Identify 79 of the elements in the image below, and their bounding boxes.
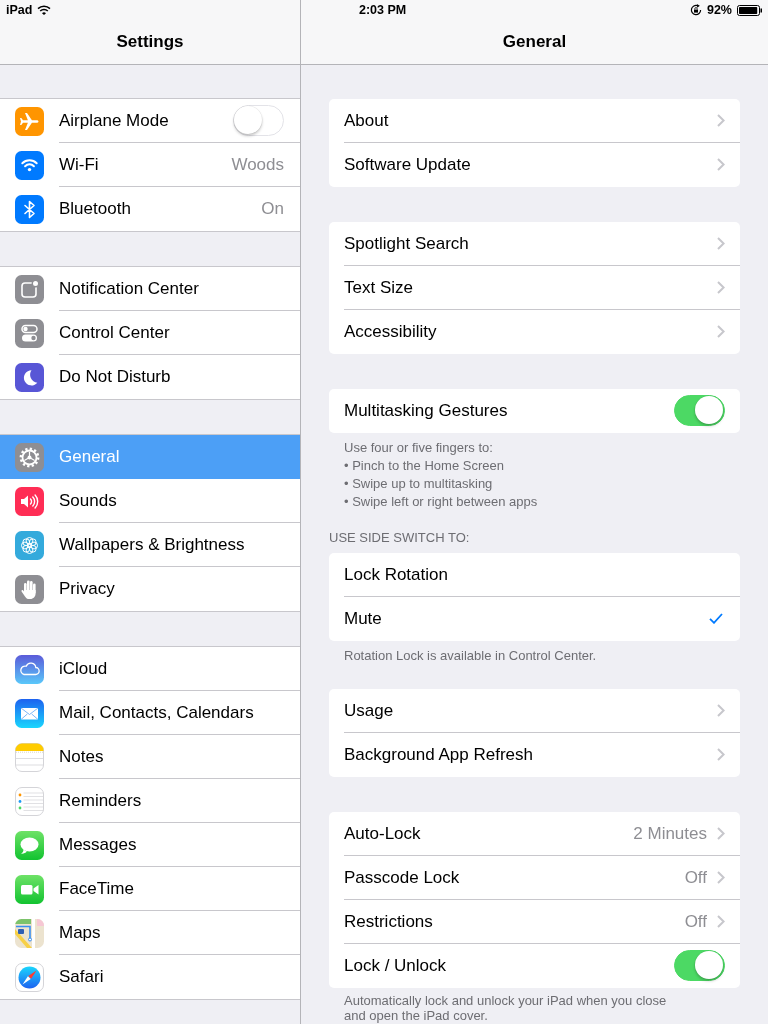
- envelope-icon: [15, 698, 44, 728]
- sidebar-item[interactable]: FaceTime: [0, 867, 300, 911]
- nav-title: General: [502, 32, 567, 52]
- sidebar-item[interactable]: Messages: [0, 823, 300, 867]
- chevron-icon: [717, 158, 725, 171]
- settings-row[interactable]: Usage: [329, 689, 740, 733]
- sidebar-item[interactable]: Airplane Mode: [0, 99, 300, 143]
- sidebar-item[interactable]: Reminders: [0, 779, 300, 823]
- sidebar-item[interactable]: iCloud: [0, 647, 300, 691]
- settings-row[interactable]: Lock Rotation: [329, 553, 740, 597]
- settings-row[interactable]: Restrictions Off: [329, 900, 740, 944]
- map-icon: [15, 918, 44, 948]
- settings-row[interactable]: Background App Refresh: [329, 733, 740, 777]
- notepad-icon: [15, 742, 44, 772]
- sidebar-item[interactable]: Mail, Contacts, Calendars: [0, 691, 300, 735]
- bluetooth-icon: [15, 194, 44, 224]
- toggle-switch[interactable]: [674, 395, 725, 426]
- sidebar-item[interactable]: Maps: [0, 911, 300, 955]
- cloud-icon: [15, 654, 44, 684]
- moon-icon: [15, 362, 44, 392]
- gear-icon: [15, 442, 44, 472]
- sidebar-item[interactable]: Sounds: [0, 479, 300, 523]
- list-icon: [15, 786, 44, 816]
- settings-row[interactable]: About: [329, 99, 740, 143]
- chevron-icon: [717, 704, 725, 717]
- video-camera-icon: [15, 874, 44, 904]
- speaker-icon: [15, 486, 44, 516]
- speech-bubble-icon: [15, 830, 44, 860]
- airplane-icon: [15, 106, 44, 136]
- status-time: 2:03 PM: [359, 3, 407, 17]
- sidebar-item[interactable]: Wi-Fi Woods: [0, 143, 300, 187]
- chevron-icon: [717, 281, 725, 294]
- battery-icon: [737, 4, 763, 16]
- settings-row[interactable]: Accessibility: [329, 310, 740, 354]
- section-header: USE SIDE SWITCH TO:: [329, 529, 470, 547]
- chevron-icon: [717, 827, 725, 840]
- toggle-switch[interactable]: [233, 105, 284, 136]
- settings-row[interactable]: Mute: [329, 597, 740, 641]
- settings-row[interactable]: Passcode Lock Off: [329, 856, 740, 900]
- settings-row[interactable]: Lock / Unlock: [329, 944, 740, 988]
- compass-icon: [15, 962, 44, 992]
- sidebar-item[interactable]: Control Center: [0, 311, 300, 355]
- nav-title: Settings: [116, 32, 184, 52]
- detail-value: 2 Minutes: [633, 823, 707, 844]
- battery-percent: 92%: [706, 3, 732, 17]
- detail-value: Woods: [231, 154, 284, 175]
- sidebar-item[interactable]: Notes: [0, 735, 300, 779]
- hand-icon: [15, 574, 44, 604]
- sidebar-item[interactable]: Privacy: [0, 567, 300, 611]
- settings-row[interactable]: Software Update: [329, 143, 740, 187]
- flower-icon: [15, 530, 44, 560]
- rotation-lock-icon: [689, 4, 702, 16]
- chevron-icon: [717, 237, 725, 250]
- wifi-icon: [37, 5, 52, 15]
- settings-row[interactable]: Auto-Lock 2 Minutes: [329, 812, 740, 856]
- checkmark-icon: [709, 613, 723, 624]
- sidebar-item[interactable]: Wallpapers & Brightness: [0, 523, 300, 567]
- chevron-icon: [717, 915, 725, 928]
- wifi-icon: [15, 150, 44, 180]
- toggle-switch[interactable]: [674, 950, 725, 981]
- detail-value: Off: [684, 911, 707, 932]
- sidebar-item[interactable]: Safari: [0, 955, 300, 999]
- detail-value: On: [261, 198, 284, 219]
- sidebar-item[interactable]: Notification Center: [0, 267, 300, 311]
- footer-note: Rotation Lock is available in Control Center.: [344, 647, 597, 665]
- chevron-icon: [717, 871, 725, 884]
- settings-row[interactable]: Spotlight Search: [329, 222, 740, 266]
- sidebar-item[interactable]: Do Not Disturb: [0, 355, 300, 399]
- footer-note: Use four or five fingers to: • Pinch to the Home Screen • Swipe up to multitasking • Swipe left or right between apps: [344, 439, 538, 511]
- chevron-icon: [717, 748, 725, 761]
- settings-row[interactable]: Multitasking Gestures: [329, 389, 740, 433]
- device-name: iPad: [6, 3, 33, 17]
- chevron-icon: [717, 114, 725, 127]
- footer-note: Automatically lock and unlock your iPad when you close and open the iPad cover.: [344, 993, 667, 1023]
- chevron-icon: [717, 325, 725, 338]
- sidebar-item[interactable]: Bluetooth On: [0, 187, 300, 231]
- settings-row[interactable]: Text Size: [329, 266, 740, 310]
- toggle-switches-icon: [15, 318, 44, 348]
- detail-value: Off: [684, 867, 707, 888]
